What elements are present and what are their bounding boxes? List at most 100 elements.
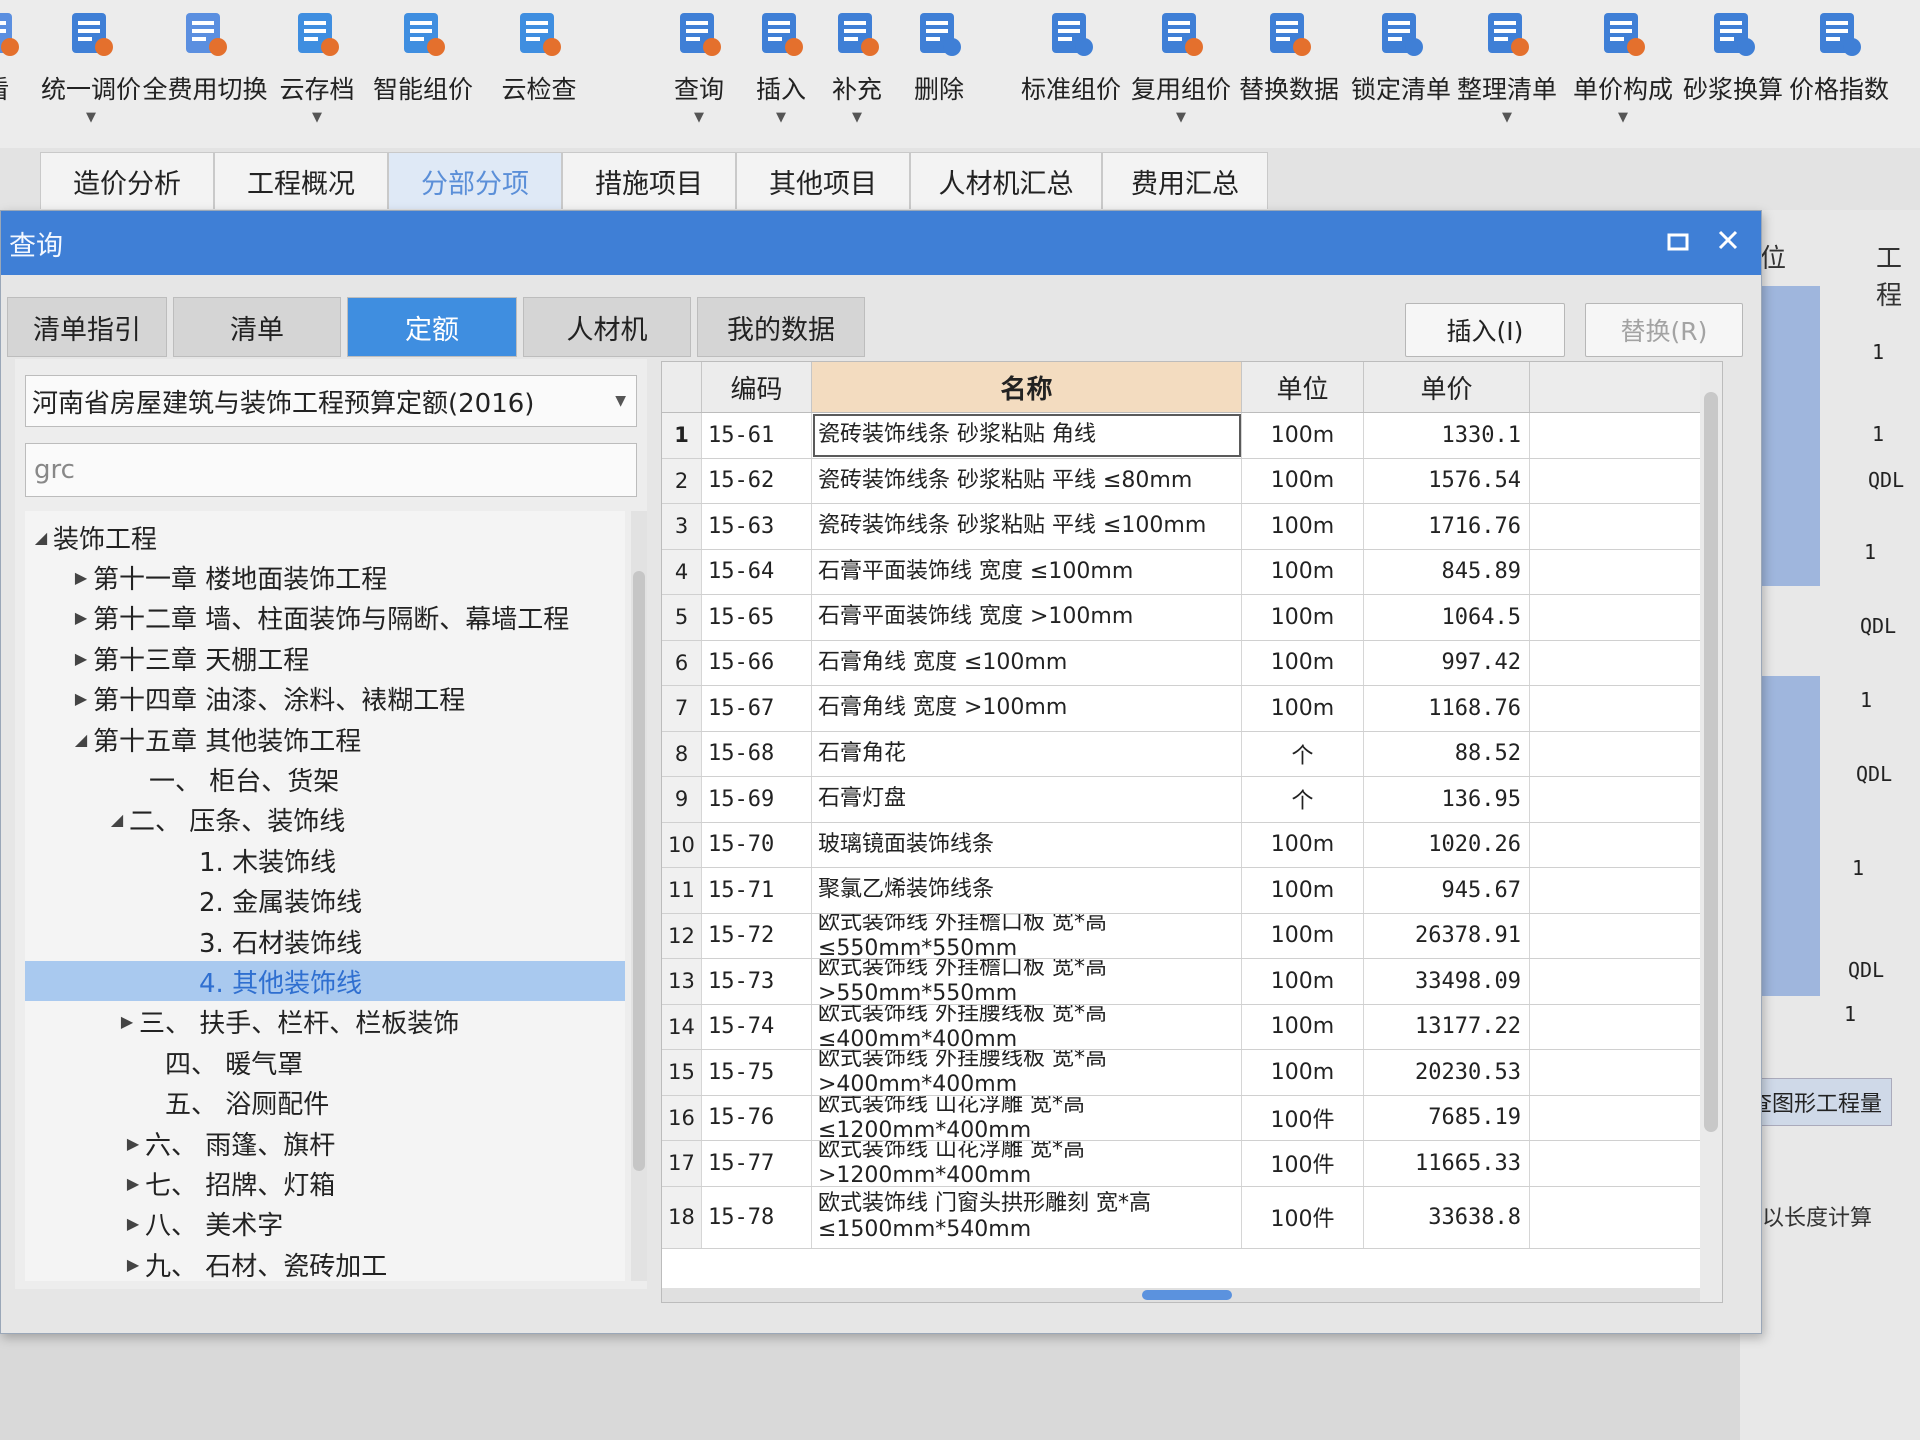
tree-node[interactable]: ▶ 第十二章 墙、柱面装饰与隔断、幕墙工程: [25, 598, 625, 638]
tab-labor-material[interactable]: 人材机: [523, 297, 691, 357]
tree-node[interactable]: ▶ 第十四章 油漆、涂料、裱糊工程: [25, 679, 625, 719]
header-price[interactable]: 单价: [1364, 362, 1530, 412]
tree-node[interactable]: 2. 金属装饰线: [25, 881, 625, 921]
toolbar-button[interactable]: 标准组价: [1016, 6, 1126, 142]
tree-node[interactable]: ▶ 七、 招牌、灯箱: [25, 1163, 625, 1203]
tab-cost-analysis[interactable]: 造价分析: [40, 152, 214, 209]
table-row[interactable]: 15 15-75 欧式装饰线 外挂腰线板 宽*高>400mm*400mm 100m 20…: [662, 1050, 1722, 1096]
row-unit: 100件: [1242, 1095, 1364, 1140]
expand-arrow-icon[interactable]: ▶: [121, 1134, 145, 1153]
table-scrollbar[interactable]: [1700, 362, 1722, 1302]
table-row[interactable]: 4 15-64 石膏平面装饰线 宽度 ≤100mm 100m 845.89: [662, 549, 1722, 595]
table-row[interactable]: 11 15-71 聚氯乙烯装饰线条 100m 945.67: [662, 868, 1722, 914]
toolbar-button[interactable]: 智能组价: [368, 6, 478, 142]
toolbar-button[interactable]: 全费用切换: [143, 6, 268, 142]
table-row[interactable]: 10 15-70 玻璃镜面装饰线条 100m 1020.26: [662, 822, 1722, 868]
chevron-down-icon: ▼: [852, 110, 862, 125]
tab-measures[interactable]: 措施项目: [562, 152, 736, 209]
bg-tab-graphic-quantity[interactable]: 查图形工程量: [1740, 1078, 1892, 1126]
table-row[interactable]: 9 15-69 石膏灯盘个 136.95: [662, 777, 1722, 823]
dialog-title-bar[interactable]: 查询: [1, 211, 1761, 275]
expand-arrow-icon[interactable]: ▶: [69, 649, 93, 668]
tab-sub-items[interactable]: 分部分项: [388, 152, 562, 209]
table-row[interactable]: 7 15-67 石膏角线 宽度 >100mm 100m 1168.76: [662, 686, 1722, 732]
tab-list[interactable]: 清单: [173, 297, 341, 357]
table-row[interactable]: 16 15-76 欧式装饰线 山花浮雕 宽*高≤1200mm*400mm 100件 76…: [662, 1095, 1722, 1141]
toolbar-button[interactable]: 云检查: [484, 6, 594, 142]
toolbar-button[interactable]: 锁定清单: [1346, 6, 1456, 142]
toolbar-button[interactable]: 单价构成 ▼: [1568, 6, 1678, 142]
table-hscrollbar[interactable]: [662, 1288, 1700, 1302]
tree-scrollbar[interactable]: [631, 511, 647, 1281]
tree-node[interactable]: ▶ 八、 美术字: [25, 1204, 625, 1244]
replace-button[interactable]: 替换(R): [1585, 303, 1743, 357]
tab-fee-summary[interactable]: 费用汇总: [1102, 152, 1268, 209]
row-price: 20230.53: [1364, 1050, 1530, 1095]
toolbar-button[interactable]: 整理清单 ▼: [1452, 6, 1562, 142]
table-row[interactable]: 14 15-74 欧式装饰线 外挂腰线板 宽*高≤400mm*400mm 100m 13…: [662, 1004, 1722, 1050]
tree-node[interactable]: 3. 石材装饰线: [25, 921, 625, 961]
tab-project-overview[interactable]: 工程概况: [214, 152, 388, 209]
tab-labor-material-summary[interactable]: 人材机汇总: [910, 152, 1102, 209]
tree-node[interactable]: ◢ 二、 压条、装饰线: [25, 800, 625, 840]
search-input[interactable]: [25, 443, 637, 497]
header-unit[interactable]: 单位: [1242, 362, 1364, 412]
table-row[interactable]: 5 15-65 石膏平面装饰线 宽度 >100mm 100m 1064.5: [662, 595, 1722, 641]
close-icon[interactable]: [1711, 225, 1745, 259]
toolbar-button[interactable]: 替换数据: [1234, 6, 1344, 142]
tree-node[interactable]: ◢ 装饰工程: [25, 517, 625, 557]
row-unit: 100m: [1242, 686, 1364, 731]
expand-arrow-icon[interactable]: ▶: [121, 1174, 145, 1193]
toolbar-button-label: 补充: [831, 75, 882, 104]
collapse-arrow-icon[interactable]: ◢: [105, 810, 129, 829]
expand-arrow-icon[interactable]: ▶: [69, 568, 93, 587]
expand-arrow-icon[interactable]: ▶: [69, 689, 93, 708]
quota-library-select[interactable]: 河南省房屋建筑与装饰工程预算定额(2016) ▼: [25, 375, 637, 427]
table-row[interactable]: 12 15-72 欧式装饰线 外挂檐口板 宽*高≤550mm*550mm 100m 26…: [662, 913, 1722, 959]
table-row[interactable]: 17 15-77 欧式装饰线 山花浮雕 宽*高>1200mm*400mm 100件 11…: [662, 1141, 1722, 1187]
table-row[interactable]: 18 15-78 欧式装饰线 门窗头拱形雕刻 宽*高 ≤1500mm*540mm 10…: [662, 1186, 1722, 1249]
expand-arrow-icon[interactable]: ▶: [121, 1214, 145, 1233]
toolbar-button[interactable]: 价格指数: [1784, 6, 1894, 142]
tab-other-items[interactable]: 其他项目: [736, 152, 910, 209]
expand-arrow-icon[interactable]: ▶: [121, 1255, 145, 1274]
expand-arrow-icon[interactable]: ▶: [69, 608, 93, 627]
expand-arrow-icon[interactable]: ▶: [115, 1012, 139, 1031]
insert-button[interactable]: 插入(I): [1405, 303, 1565, 357]
table-row[interactable]: 2 15-62 瓷砖装饰线条 砂浆粘贴 平线 ≤80mm 100m 1576.54: [662, 458, 1722, 504]
tree-node[interactable]: ▶ 第十一章 楼地面装饰工程: [25, 557, 625, 597]
toolbar-button[interactable]: 云存档 ▼: [262, 6, 372, 142]
table-row[interactable]: 3 15-63 瓷砖装饰线条 砂浆粘贴 平线 ≤100mm 100m 1716.76: [662, 504, 1722, 550]
tree-node[interactable]: 4. 其他装饰线: [25, 961, 625, 1002]
tree-node[interactable]: ▶ 第十三章 天棚工程: [25, 638, 625, 678]
maximize-icon[interactable]: [1661, 225, 1695, 259]
toolbar-button[interactable]: 砂浆换算: [1678, 6, 1788, 142]
query-dialog: 查询 清单指引 清单 定额 人材机 我的数据 插入(I) 替换(R) 河南省房屋…: [0, 210, 1762, 1334]
toolbar-button[interactable]: 删除: [884, 6, 994, 142]
tree-node[interactable]: ◢ 第十五章 其他装饰工程: [25, 719, 625, 759]
toolbar-button-label: 锁定清单: [1350, 75, 1451, 104]
toolbar-button[interactable]: 统一调价 ▼: [36, 6, 146, 142]
tab-my-data[interactable]: 我的数据: [697, 297, 865, 357]
table-row[interactable]: 13 15-73 欧式装饰线 外挂檐口板 宽*高>550mm*550mm 100m 33…: [662, 959, 1722, 1005]
tree-node[interactable]: 五、 浴厕配件: [25, 1083, 625, 1123]
bg-cell: 1: [1864, 540, 1877, 564]
tree-node[interactable]: 1. 木装饰线: [25, 840, 625, 880]
table-row[interactable]: 8 15-68 石膏角花个 88.52: [662, 731, 1722, 777]
tree-node[interactable]: 一、 柜台、货架: [25, 759, 625, 799]
tree-node[interactable]: ▶ 六、 雨篷、旗杆: [25, 1123, 625, 1163]
header-code[interactable]: 编码: [702, 362, 812, 412]
collapse-arrow-icon[interactable]: ◢: [29, 528, 53, 547]
tab-list-guide[interactable]: 清单指引: [7, 297, 167, 357]
table-row[interactable]: 1 15-61 瓷砖装饰线条 砂浆粘贴 角线 100m 1330.1: [662, 413, 1722, 459]
tree-node[interactable]: ▶ 三、 扶手、栏杆、栏板装饰: [25, 1002, 625, 1042]
table-row[interactable]: 6 15-66 石膏角线 宽度 ≤100mm 100m 997.42: [662, 640, 1722, 686]
tree-node[interactable]: 四、 暖气罩: [25, 1042, 625, 1082]
collapse-arrow-icon[interactable]: ◢: [69, 730, 93, 749]
header-name[interactable]: 名称: [812, 362, 1242, 412]
toolbar-button-label: 云存档: [279, 75, 355, 104]
tree-node-label: 五、 浴厕配件: [165, 1090, 330, 1121]
toolbar-button[interactable]: 复用组价 ▼: [1126, 6, 1236, 142]
tab-quota[interactable]: 定额: [347, 297, 517, 357]
tree-node[interactable]: ▶ 九、 石材、瓷砖加工: [25, 1244, 625, 1281]
